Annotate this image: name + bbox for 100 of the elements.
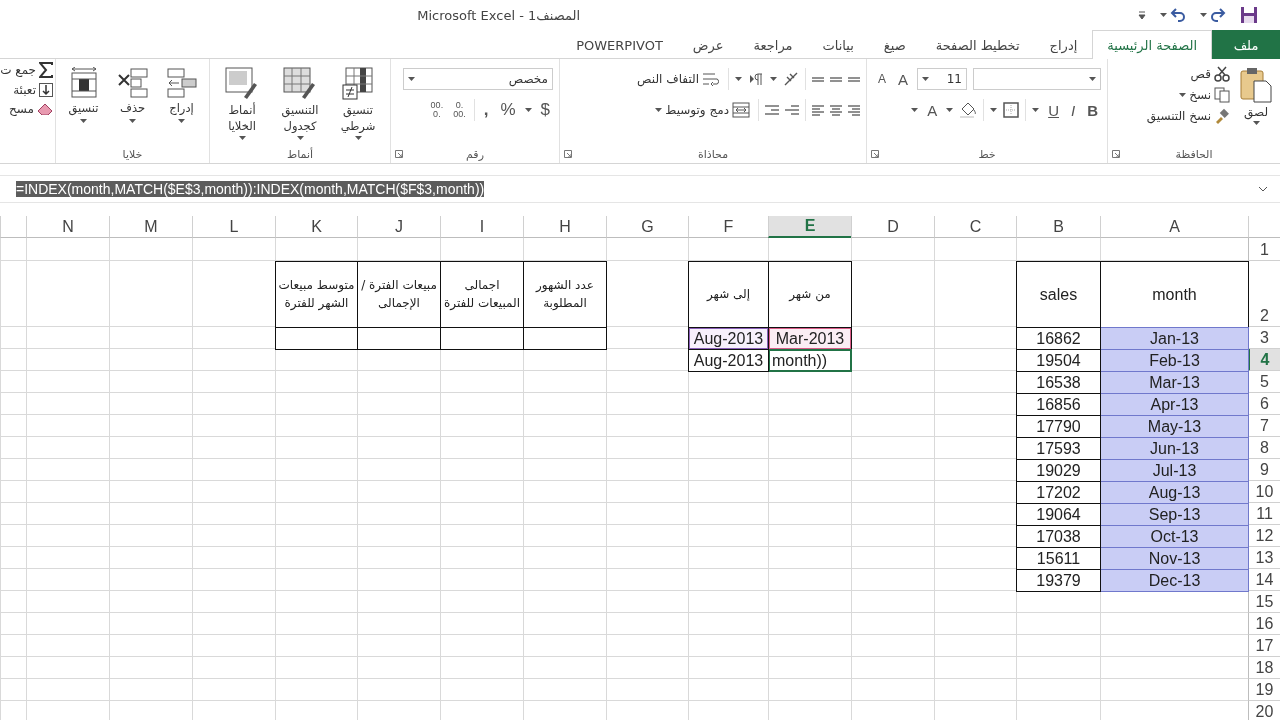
row-header[interactable]: 17 <box>1248 635 1280 657</box>
wrap-text-button[interactable]: التفاف النص <box>635 70 722 88</box>
merge-center-button[interactable]: دمج وتوسيط <box>653 101 752 119</box>
row-header[interactable]: 16 <box>1248 613 1280 635</box>
empty-cell <box>0 657 26 679</box>
align-top-icon <box>848 76 860 82</box>
column-header[interactable]: F <box>688 216 768 238</box>
comma-style-button[interactable]: , <box>480 100 492 120</box>
fill-bucket-icon[interactable] <box>959 102 978 118</box>
row-header[interactable]: 18 <box>1248 657 1280 679</box>
caret-icon <box>1032 108 1040 112</box>
row-header[interactable]: 15 <box>1248 591 1280 613</box>
undo-button[interactable] <box>1158 6 1188 24</box>
clear-button[interactable]: مسح <box>0 101 55 117</box>
empty-cell <box>0 503 26 525</box>
table-cell: 19029 <box>1016 459 1101 482</box>
ribbon-tab[interactable]: إدراج <box>1034 30 1093 59</box>
currency-button[interactable]: $ <box>537 100 553 120</box>
ribbon-tab[interactable]: مراجعة <box>738 30 808 59</box>
column-header[interactable]: M <box>109 216 192 238</box>
ribbon-tab[interactable]: بيانات <box>807 30 869 59</box>
empty-cell <box>0 261 26 327</box>
align-middle-icon <box>830 76 842 82</box>
empty-cell <box>0 349 26 371</box>
empty-cell <box>0 481 26 503</box>
align-right-icon <box>848 104 860 116</box>
grow-font-button[interactable]: A <box>895 70 911 88</box>
redo-button[interactable] <box>1198 6 1228 24</box>
ribbon-tab[interactable]: صيغ <box>868 30 921 59</box>
orientation-icon[interactable] <box>783 71 799 87</box>
table-cell: Jan-13 <box>1100 327 1249 350</box>
percent-button[interactable]: % <box>497 100 519 120</box>
column-header[interactable]: B <box>1016 216 1100 238</box>
fill-button[interactable]: تعبئة <box>0 82 55 98</box>
empty-cell <box>0 393 26 415</box>
row-header[interactable]: 20 <box>1248 701 1280 720</box>
format-cells-button[interactable]: تنسيق <box>62 65 105 125</box>
number-format-field[interactable]: مخصص <box>403 68 553 90</box>
paragraph-direction-icon[interactable] <box>748 72 764 86</box>
table-cell: Sep-13 <box>1100 503 1249 526</box>
dialog-launcher-icon[interactable] <box>871 150 879 158</box>
font-color-button[interactable]: A <box>924 101 941 119</box>
italic-button[interactable]: I <box>1068 101 1079 119</box>
ribbon-tab[interactable]: تخطيط الصفحة <box>920 30 1035 59</box>
empty-cell <box>0 459 26 481</box>
caret-icon <box>524 108 532 112</box>
column-header[interactable]: H <box>523 216 606 238</box>
fill-down-icon <box>39 83 53 97</box>
font-name-field[interactable] <box>973 68 1101 90</box>
copy-button[interactable]: نسخ <box>1144 86 1232 104</box>
table-header-cell: متوسط مبيعات الشهر للفترة <box>275 261 358 328</box>
empty-cell <box>0 591 26 613</box>
row-header[interactable]: 4 <box>1248 349 1280 371</box>
increase-decimal-button[interactable]: .0 .00 <box>451 101 468 119</box>
column-header[interactable]: N <box>26 216 109 238</box>
dialog-launcher-icon[interactable] <box>395 150 403 158</box>
column-header[interactable]: C <box>934 216 1016 238</box>
column-header[interactable]: G <box>606 216 688 238</box>
column-header[interactable]: D <box>851 216 934 238</box>
insert-cells-button[interactable]: إدراج <box>160 65 203 125</box>
group-label: رقم <box>466 147 484 161</box>
formula-field[interactable]: =INDEX(month,MATCH($E$3,month)):INDEX(month,MATCH($F$3,month)) <box>6 177 1274 201</box>
empty-cell <box>0 635 26 657</box>
paste-button[interactable]: لصق <box>1238 65 1274 127</box>
column-header[interactable]: L <box>192 216 275 238</box>
autosum-button[interactable]: جمع ت <box>0 61 55 79</box>
underline-button[interactable]: U <box>1045 101 1062 119</box>
file-tab[interactable]: ملف <box>1212 30 1280 59</box>
expand-chevron-icon[interactable] <box>1258 186 1268 192</box>
customize-toolbar-button[interactable] <box>1136 9 1148 21</box>
column-header[interactable]: J <box>357 216 440 238</box>
shrink-font-button[interactable]: A <box>874 72 889 86</box>
row-header[interactable]: 19 <box>1248 679 1280 701</box>
borders-icon[interactable] <box>1003 102 1020 118</box>
ribbon-tab[interactable]: POWERPIVOT <box>561 30 678 59</box>
caret-icon <box>922 77 929 81</box>
format-as-table-button[interactable]: التنسيق كجدول <box>274 65 326 143</box>
conditional-formatting-button[interactable]: تنسيق شرطي <box>332 65 384 143</box>
cut-button[interactable]: قص <box>1144 65 1232 83</box>
table-cell: 17038 <box>1016 525 1101 548</box>
save-button[interactable] <box>1238 4 1260 26</box>
column-header[interactable]: A <box>1100 216 1248 238</box>
delete-cells-button[interactable]: حذف <box>111 65 154 125</box>
ribbon-tab[interactable]: الصفحة الرئيسية <box>1092 30 1212 59</box>
row-header[interactable]: 1 <box>1248 238 1280 261</box>
column-header[interactable]: K <box>275 216 357 238</box>
cell-styles-button[interactable]: أنماط الخلايا <box>216 65 268 143</box>
decrease-decimal-button[interactable]: .00 .0 <box>428 101 446 119</box>
font-size-field[interactable]: 11 <box>917 68 967 90</box>
format-painter-button[interactable]: نسخ التنسيق <box>1144 107 1232 125</box>
column-header[interactable]: I <box>440 216 523 238</box>
ribbon-tab[interactable]: عرض <box>677 30 739 59</box>
empty-cell <box>0 679 26 701</box>
table-cell: 19504 <box>1016 349 1101 372</box>
scissors-icon <box>1214 66 1230 82</box>
dialog-launcher-icon[interactable] <box>564 150 572 158</box>
bold-button[interactable]: B <box>1084 101 1101 119</box>
column-header[interactable]: E <box>768 216 851 238</box>
caret-icon <box>1252 121 1260 125</box>
dialog-launcher-icon[interactable] <box>1112 150 1120 158</box>
